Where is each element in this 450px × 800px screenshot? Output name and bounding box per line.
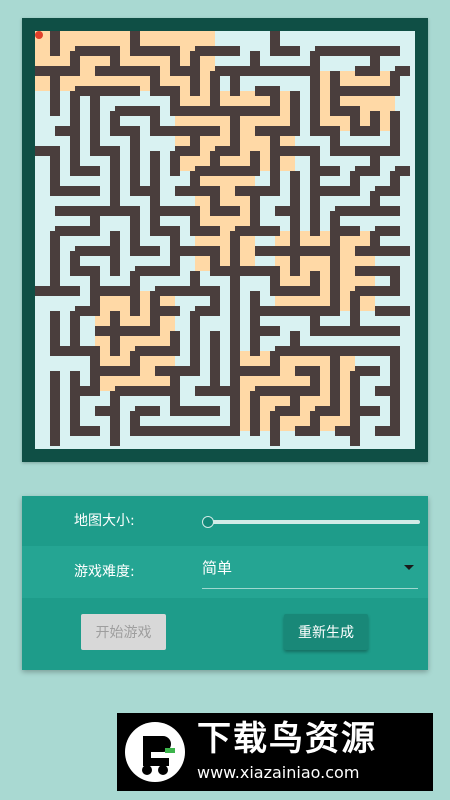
- difficulty-selected-value: 简单: [202, 559, 233, 577]
- maze-board[interactable]: [22, 18, 428, 462]
- map-size-slider[interactable]: [202, 514, 420, 530]
- bird-logo-icon: [125, 722, 185, 782]
- watermark-banner: 下载鸟资源 www.xiazainiao.com: [117, 713, 433, 791]
- map-size-label: 地图大小:: [74, 513, 135, 529]
- difficulty-label: 游戏难度:: [74, 564, 135, 580]
- maze-grid[interactable]: [35, 31, 415, 449]
- control-panel: 地图大小: 游戏难度: 简单 开始游戏 重新生成: [22, 496, 428, 670]
- slider-track[interactable]: [208, 520, 420, 524]
- regenerate-button[interactable]: 重新生成: [284, 614, 368, 650]
- watermark-title: 下载鸟资源: [197, 719, 377, 759]
- map-size-row: 地图大小:: [22, 496, 428, 546]
- difficulty-select[interactable]: 简单: [202, 554, 418, 589]
- action-row: 开始游戏 重新生成: [22, 598, 428, 670]
- chevron-down-icon[interactable]: [404, 565, 414, 570]
- start-game-button[interactable]: 开始游戏: [81, 614, 166, 650]
- watermark-url: www.xiazainiao.com: [197, 763, 360, 782]
- difficulty-row: 游戏难度: 简单: [22, 546, 428, 598]
- slider-thumb[interactable]: [202, 516, 214, 528]
- red-dot-icon[interactable]: [35, 31, 43, 39]
- path-region: [35, 31, 215, 91]
